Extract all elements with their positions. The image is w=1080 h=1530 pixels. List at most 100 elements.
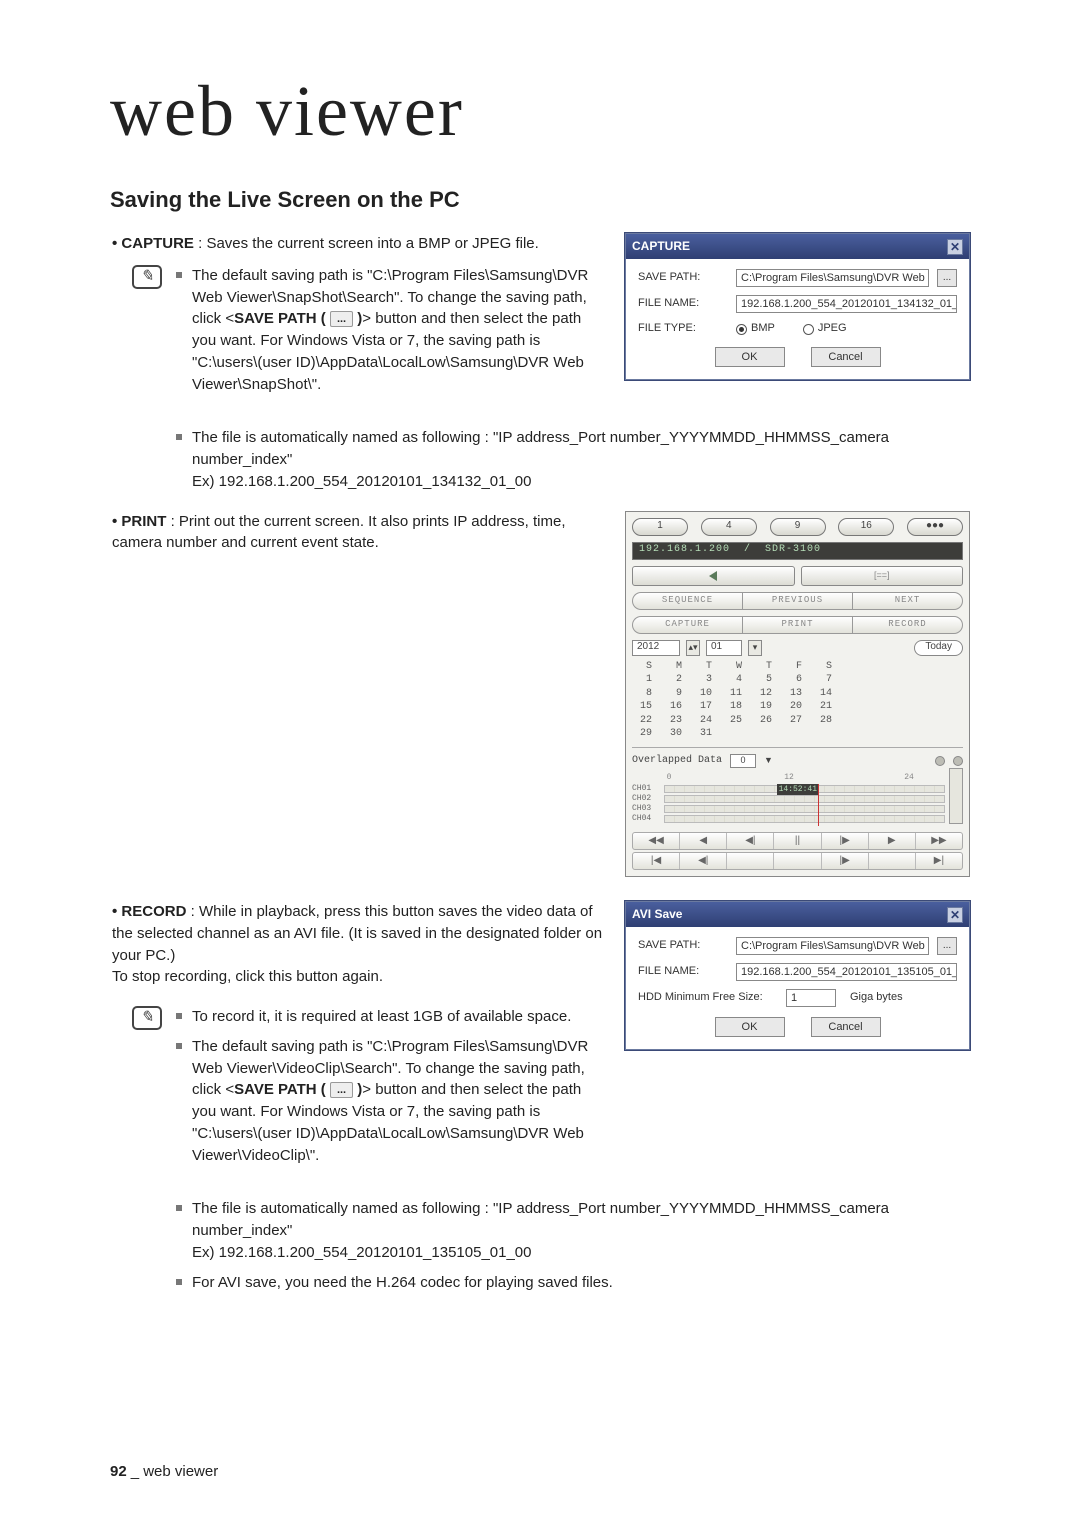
layout-9-button[interactable]: 9 [770,518,826,536]
next-tab[interactable]: NEXT [852,592,963,610]
record-codec-note: For AVI save, you need the H.264 codec f… [176,1272,970,1294]
ch04-track[interactable] [664,815,945,823]
print-text: : Print out the current screen. It also … [112,513,566,552]
cancel-button[interactable]: Cancel [811,347,881,367]
file-name-label: FILE NAME: [638,964,728,980]
previous-tab[interactable]: PREVIOUS [742,592,852,610]
capture-text: : Saves the current screen into a BMP or… [194,235,539,252]
chevron-down-icon[interactable]: ▼ [764,754,773,767]
footer-label: _ web viewer [131,1463,219,1480]
capture-naming-example: Ex) 192.168.1.200_554_20120101_134132_01… [192,473,532,490]
jpeg-radio[interactable]: JPEG [803,321,847,337]
file-name-input[interactable]: 192.168.1.200_554_20120101_134132_01_00 [736,295,957,313]
ch04-label: CH04 [632,813,662,825]
playback-panel: 1 4 9 16 ●●● 192.168.1.200 / SDR-3100 [=… [625,511,970,878]
overlap-label: Overlapped Data [632,754,722,769]
toggle-a-icon[interactable] [935,756,945,766]
section-heading: Saving the Live Screen on the PC [110,187,970,213]
close-icon[interactable]: ✕ [947,239,963,255]
status-indicator: [==] [801,566,964,586]
record-button[interactable]: RECORD [852,616,963,634]
timeline-axis: 0 12 24 [664,772,945,784]
radio-selected-icon [736,324,747,335]
skip-start-icon[interactable]: |◀ [633,853,680,869]
savepath-small-button-icon: ... [330,311,353,327]
capture-item: CAPTURE : Saves the current screen into … [112,233,605,255]
file-name-label: FILE NAME: [638,296,728,312]
capture-naming-note: The file is automatically named as follo… [176,427,970,492]
rewind-icon[interactable]: ◀ [680,833,727,849]
fastfwd-icon[interactable]: ▶▶ [916,833,962,849]
footer: 92_ web viewer [110,1463,218,1480]
pause-icon[interactable]: || [774,833,821,849]
month-box[interactable]: 01 [706,640,742,656]
play-controls: ◀◀ ◀ ◀| || |▶ ▶ ▶▶ [632,832,963,850]
save-path-label: SAVE PATH: [638,270,728,286]
scrollbar[interactable] [949,768,963,824]
ch02-track[interactable] [664,795,945,803]
capture-dialog-title: CAPTURE [632,238,690,255]
ch03-track[interactable] [664,805,945,813]
capture-button[interactable]: CAPTURE [632,616,742,634]
today-button[interactable]: Today [914,640,963,656]
capture-note1b: SAVE PATH ( ... ) [234,310,362,327]
record-path-note: The default saving path is "C:\Program F… [176,1036,605,1167]
calendar[interactable]: S M T W T F S 1 2 3 4 5 6 7 8 9 10 11 12… [634,660,963,741]
cancel-button[interactable]: Cancel [811,1017,881,1037]
print-button[interactable]: PRINT [742,616,852,634]
layout-1-button[interactable]: 1 [632,518,688,536]
overlap-dropdown[interactable]: 0 [730,754,756,768]
savepath-small-button-icon: ... [330,1082,353,1098]
layout-4-button[interactable]: 4 [701,518,757,536]
hdd-free-label: HDD Minimum Free Size: [638,990,778,1006]
page-number: 92 [110,1463,127,1480]
browse-button[interactable]: ... [937,269,957,287]
record-heading: RECORD [121,903,186,920]
layout-more-button[interactable]: ●●● [907,518,963,536]
step-back-icon[interactable]: ◀| [727,833,774,849]
note-icon: ✎ [132,1006,162,1030]
browse-button[interactable]: ... [937,937,957,955]
skip-end-icon[interactable]: ▶| [916,853,962,869]
close-icon[interactable]: ✕ [947,907,963,923]
capture-note-path: The default saving path is "C:\Program F… [176,265,605,396]
bmp-radio[interactable]: BMP [736,321,775,337]
frame-fwd-icon[interactable]: |▶ [822,853,869,869]
record-text: : While in playback, press this button s… [112,903,602,964]
print-heading: PRINT [121,513,166,530]
record-naming-note: The file is automatically named as follo… [176,1198,970,1263]
layout-16-button[interactable]: 16 [838,518,894,536]
print-item: PRINT : Print out the current screen. It… [112,511,605,555]
hdd-unit-label: Giga bytes [850,990,903,1006]
month-drop-icon[interactable]: ▾ [748,640,762,656]
frame-back-icon[interactable]: ◀| [680,853,727,869]
year-box[interactable]: 2012 [632,640,680,656]
record-space-note: To record it, it is required at least 1G… [176,1006,605,1028]
avi-dialog-title: AVI Save [632,906,682,923]
save-path-label: SAVE PATH: [638,938,728,954]
radio-unselected-icon [803,324,814,335]
capture-heading: CAPTURE [121,235,194,252]
file-type-label: FILE TYPE: [638,321,728,337]
save-path-input[interactable]: C:\Program Files\Samsung\DVR Web Viewer\… [736,269,929,287]
ch01-track[interactable]: 14:52:41 [664,785,945,793]
note-icon: ✎ [132,265,162,289]
ok-button[interactable]: OK [715,1017,785,1037]
sequence-tab[interactable]: SEQUENCE [632,592,742,610]
record-item: RECORD : While in playback, press this b… [112,901,605,988]
avi-save-dialog: AVI Save ✕ SAVE PATH: C:\Program Files\S… [625,901,970,1050]
play-controls-2: |◀ ◀| |▶ ▶| [632,852,963,870]
address-display: 192.168.1.200 / SDR-3100 [632,542,963,560]
ok-button[interactable]: OK [715,347,785,367]
prev-arrow-button[interactable] [632,566,795,586]
toggle-b-icon[interactable] [953,756,963,766]
step-fwd-icon[interactable]: |▶ [822,833,869,849]
capture-dialog: CAPTURE ✕ SAVE PATH: C:\Program Files\Sa… [625,233,970,380]
file-name-input[interactable]: 192.168.1.200_554_20120101_135105_01_00 [736,963,957,981]
rewind-fast-icon[interactable]: ◀◀ [633,833,680,849]
hdd-free-input[interactable]: 1 [786,989,836,1007]
year-step-icon[interactable]: ▴▾ [686,640,700,656]
save-path-input[interactable]: C:\Program Files\Samsung\DVR Web Viewer\… [736,937,929,955]
play-icon[interactable]: ▶ [869,833,916,849]
record-text2: To stop recording, click this button aga… [112,968,383,985]
